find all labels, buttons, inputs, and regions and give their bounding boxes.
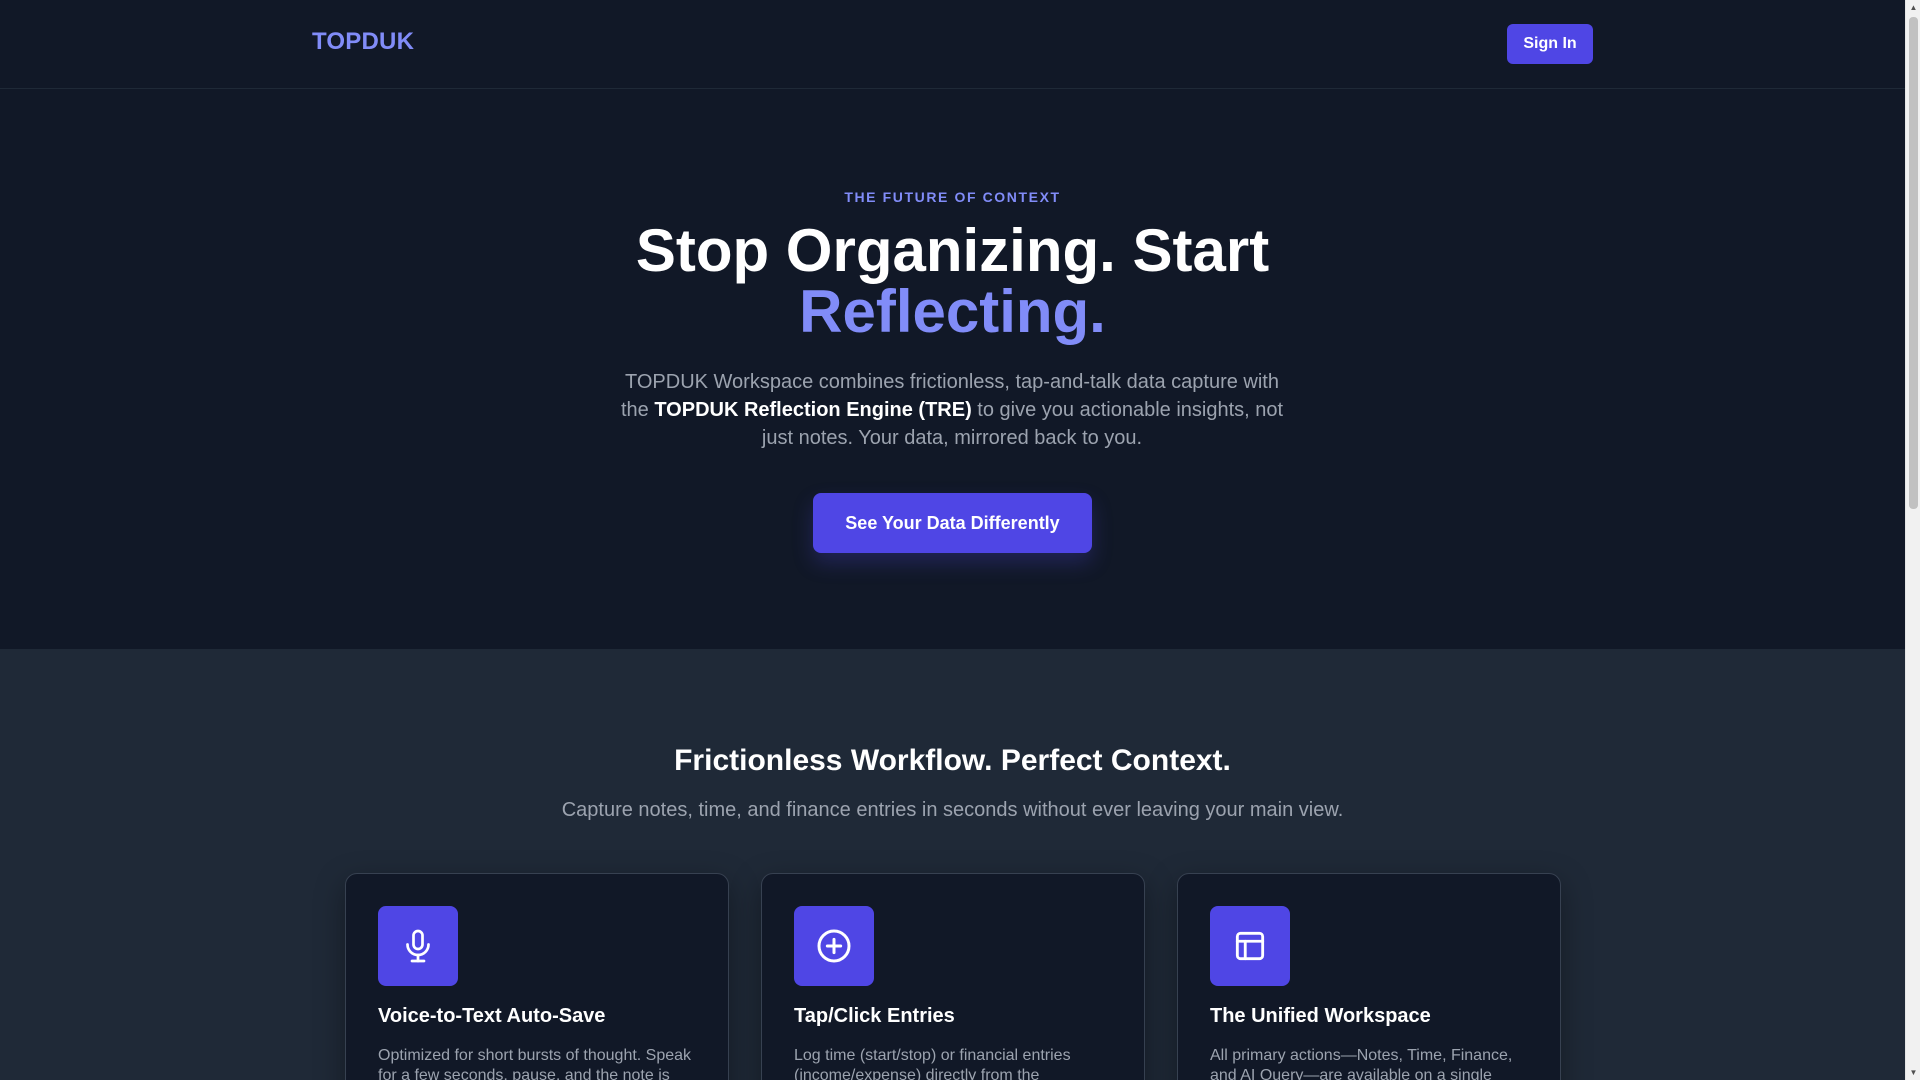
features-section: Frictionless Workflow. Perfect Context. … (0, 649, 1905, 1080)
scroll-up-arrow-icon[interactable]: ▲ (1906, 0, 1920, 15)
features-subtitle: Capture notes, time, and finance entries… (561, 799, 1344, 821)
features-title: Frictionless Workflow. Perfect Context. (674, 744, 1231, 777)
landing-page: TOPDUK Sign In THE FUTURE OF CONTEXT Sto… (0, 0, 1905, 1080)
hero-eyebrow: THE FUTURE OF CONTEXT (844, 189, 1061, 205)
sign-in-button[interactable]: Sign In (1507, 24, 1593, 64)
site-header: TOPDUK Sign In (0, 0, 1905, 89)
microphone-icon (378, 906, 458, 986)
hero-section: THE FUTURE OF CONTEXT Stop Organizing. S… (0, 89, 1905, 649)
feature-card-description: All primary actions—Notes, Time, Finance… (1210, 1047, 1513, 1080)
lede-highlight: TOPDUK Reflection Engine (TRE) (654, 399, 972, 421)
feature-card-title: Voice-to-Text Auto-Save (378, 1005, 606, 1027)
feature-card-description: Log time (start/stop) or financial entri… (794, 1047, 1071, 1080)
feature-card-voice: Voice-to-Text Auto-Save Optimized for sh… (345, 873, 729, 1080)
feature-card-description: Optimized for short bursts of thought. S… (378, 1047, 692, 1080)
hero-headline: Stop Organizing. Start Reflecting. (0, 220, 1905, 342)
layout-icon (1210, 906, 1290, 986)
feature-card-title: Tap/Click Entries (794, 1005, 955, 1027)
headline-line1: Stop Organizing. Start (635, 217, 1270, 284)
scroll-thumb[interactable] (1909, 17, 1918, 509)
feature-card-title: The Unified Workspace (1210, 1005, 1431, 1027)
feature-card-workspace: The Unified Workspace All primary action… (1177, 873, 1561, 1080)
feature-card-tap: Tap/Click Entries Log time (start/stop) … (761, 873, 1145, 1080)
vertical-scrollbar[interactable]: ▲ ▼ (1905, 0, 1920, 1080)
hero-description: TOPDUK Workspace combines frictionless, … (617, 368, 1287, 452)
plus-circle-icon (794, 906, 874, 986)
cta-button[interactable]: See Your Data Differently (813, 493, 1092, 553)
brand-logo[interactable]: TOPDUK (312, 28, 414, 56)
scroll-down-arrow-icon[interactable]: ▼ (1906, 1065, 1920, 1080)
headline-accent: Reflecting. (799, 278, 1106, 345)
